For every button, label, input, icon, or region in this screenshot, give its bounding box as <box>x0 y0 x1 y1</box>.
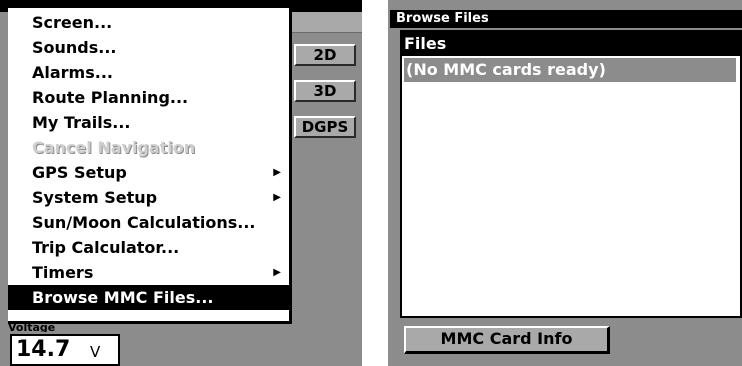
menu-item-trip-calculator[interactable]: Trip Calculator... <box>8 235 289 260</box>
menu-item-label: Route Planning... <box>32 88 189 107</box>
menu-item-cancel-navigation: Cancel Navigation <box>8 135 289 160</box>
menu-item-gps-setup[interactable]: GPS Setup ▶ <box>8 160 289 185</box>
right-screen: Browse Files Files (No MMC cards ready) … <box>388 0 742 366</box>
menu-item-label: GPS Setup <box>32 163 127 182</box>
menu-item-system-setup[interactable]: System Setup ▶ <box>8 185 289 210</box>
menu-item-label: My Trails... <box>32 113 131 132</box>
submenu-arrow-icon: ▶ <box>273 167 281 178</box>
menu-item-alarms[interactable]: Alarms... <box>8 60 289 85</box>
voltage-unit: V <box>90 343 101 361</box>
mmc-card-info-button[interactable]: MMC Card Info <box>404 326 610 354</box>
menu-item-screen[interactable]: Screen... <box>8 10 289 35</box>
main-menu: Screen... Sounds... Alarms... Route Plan… <box>8 8 292 324</box>
menu-item-label: Alarms... <box>32 63 113 82</box>
menu-item-label: System Setup <box>32 188 158 207</box>
list-item[interactable]: (No MMC cards ready) <box>404 58 736 82</box>
menu-item-sounds[interactable]: Sounds... <box>8 35 289 60</box>
menu-item-label: Sun/Moon Calculations... <box>32 213 256 232</box>
menu-item-sun-moon-calculations[interactable]: Sun/Moon Calculations... <box>8 210 289 235</box>
submenu-arrow-icon: ▶ <box>273 192 281 203</box>
menu-item-label: Browse MMC Files... <box>32 288 214 307</box>
menu-item-route-planning[interactable]: Route Planning... <box>8 85 289 110</box>
menu-item-my-trails[interactable]: My Trails... <box>8 110 289 135</box>
files-list[interactable]: Files (No MMC cards ready) <box>400 30 742 318</box>
left-screen: 2D 3D DGPS Voltage 14.7 V Screen... Soun… <box>0 0 362 366</box>
voltage-value: 14.7 <box>16 337 71 362</box>
menu-item-label: Screen... <box>32 13 113 32</box>
menu-item-browse-mmc-files[interactable]: Browse MMC Files... <box>8 285 289 310</box>
dialog-title: Browse Files <box>390 10 742 28</box>
files-header: Files <box>402 32 740 56</box>
menu-item-label: Timers <box>32 263 94 282</box>
menu-item-timers[interactable]: Timers ▶ <box>8 260 289 285</box>
fix-2d-button[interactable]: 2D <box>294 44 356 66</box>
menu-item-label: Sounds... <box>32 38 117 57</box>
menu-item-label: Trip Calculator... <box>32 238 180 257</box>
left-status-strip <box>290 12 362 33</box>
menu-item-label: Cancel Navigation <box>32 138 196 157</box>
submenu-arrow-icon: ▶ <box>273 267 281 278</box>
voltage-caption: Voltage <box>8 324 56 332</box>
fix-dgps-button[interactable]: DGPS <box>294 116 356 138</box>
voltage-readout: 14.7 V <box>10 334 120 366</box>
fix-3d-button[interactable]: 3D <box>294 80 356 102</box>
